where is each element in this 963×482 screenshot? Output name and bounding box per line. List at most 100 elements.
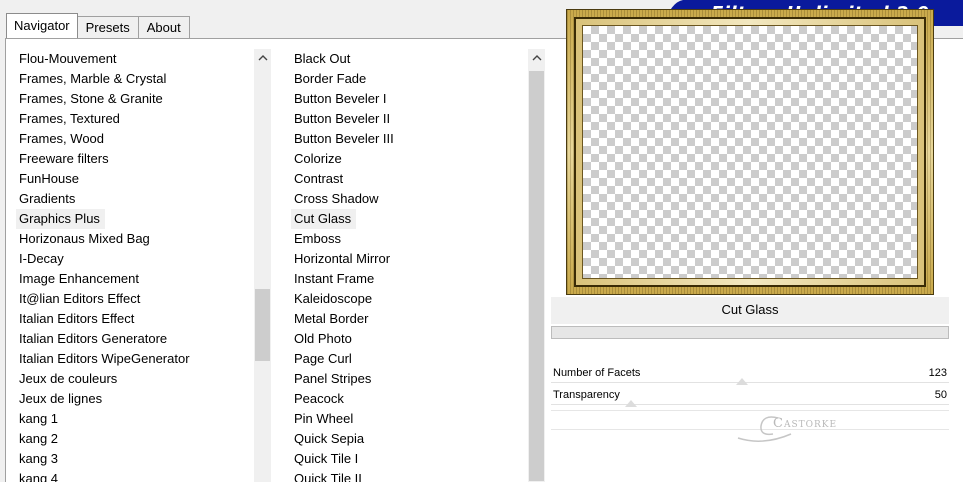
category-list-item[interactable]: Gradients bbox=[16, 189, 254, 209]
category-list-item[interactable]: kang 4 bbox=[16, 469, 254, 482]
filter-name-label: Cut Glass bbox=[551, 297, 949, 324]
parameter-label: Number of Facets bbox=[553, 367, 641, 379]
filter-list[interactable]: Black Out Border Fade Button Beveler I Butt… bbox=[291, 49, 528, 482]
category-list-item[interactable]: Image Enhancement bbox=[16, 269, 254, 289]
category-list-item[interactable]: Italian Editors Generatore bbox=[16, 329, 254, 349]
parameter-value: 50 bbox=[934, 389, 947, 401]
filter-item-label: Border Fade bbox=[294, 71, 367, 86]
category-scroll-thumb[interactable] bbox=[255, 289, 270, 361]
parameter-slider[interactable] bbox=[551, 404, 949, 409]
filter-item-label: Pin Wheel bbox=[294, 411, 354, 426]
parameter-panel: Number of Facets 123 Transparency 50 bbox=[551, 365, 949, 409]
filter-list-item[interactable]: Quick Tile I bbox=[291, 449, 528, 469]
category-scrollbar[interactable] bbox=[254, 49, 271, 482]
category-list-item[interactable]: Jeux de lignes bbox=[16, 389, 254, 409]
filter-list-item[interactable]: Quick Tile II bbox=[291, 469, 528, 482]
category-list-item[interactable]: kang 2 bbox=[16, 429, 254, 449]
filter-item-label: Button Beveler I bbox=[294, 91, 387, 106]
filter-item-label: Metal Border bbox=[294, 311, 369, 326]
filter-list-item[interactable]: Colorize bbox=[291, 149, 528, 169]
filter-list-item[interactable]: Kaleidoscope bbox=[291, 289, 528, 309]
filter-list-item[interactable]: Black Out bbox=[291, 49, 528, 69]
category-item-label: Gradients bbox=[19, 191, 76, 206]
filter-list-item[interactable]: Instant Frame bbox=[291, 269, 528, 289]
filter-item-label: Horizontal Mirror bbox=[294, 251, 391, 266]
filter-scroll-thumb[interactable] bbox=[529, 71, 544, 481]
category-list-item[interactable]: kang 1 bbox=[16, 409, 254, 429]
tab-about[interactable]: About bbox=[137, 16, 190, 38]
category-item-label: Freeware filters bbox=[19, 151, 109, 166]
category-item-label: Italian Editors WipeGenerator bbox=[19, 351, 190, 366]
filter-list-item[interactable]: Button Beveler II bbox=[291, 109, 528, 129]
filter-scrollbar[interactable] bbox=[528, 49, 545, 482]
category-list-item[interactable]: Frames, Wood bbox=[16, 129, 254, 149]
filter-list-item[interactable]: Contrast bbox=[291, 169, 528, 189]
filter-list-item[interactable]: Border Fade bbox=[291, 69, 528, 89]
category-list-item[interactable]: Graphics Plus bbox=[16, 209, 254, 229]
category-list-item[interactable]: Frames, Marble & Crystal bbox=[16, 69, 254, 89]
filter-item-label: Quick Tile II bbox=[294, 471, 362, 482]
filter-item-label: Contrast bbox=[294, 171, 344, 186]
parameter-row: Number of Facets 123 bbox=[551, 365, 949, 387]
parameter-label: Transparency bbox=[553, 389, 620, 401]
category-list-item[interactable]: Freeware filters bbox=[16, 149, 254, 169]
category-list-item[interactable]: kang 3 bbox=[16, 449, 254, 469]
category-item-label: kang 3 bbox=[19, 451, 59, 466]
category-item-label: Frames, Wood bbox=[19, 131, 105, 146]
chevron-up-icon[interactable] bbox=[254, 49, 271, 66]
category-list-item[interactable]: Italian Editors Effect bbox=[16, 309, 254, 329]
slider-knob[interactable] bbox=[624, 400, 637, 407]
filter-item-label: Page Curl bbox=[294, 351, 352, 366]
category-list-item[interactable]: Horizonaus Mixed Bag bbox=[16, 229, 254, 249]
category-item-label: FunHouse bbox=[19, 171, 79, 186]
slider-knob[interactable] bbox=[736, 378, 749, 385]
filter-list-item[interactable]: Old Photo bbox=[291, 329, 528, 349]
watermark-logo: Castorke bbox=[733, 410, 873, 450]
filter-list-item[interactable]: Page Curl bbox=[291, 349, 528, 369]
tab-navigator[interactable]: Navigator bbox=[6, 13, 78, 38]
filter-list-item[interactable]: Button Beveler I bbox=[291, 89, 528, 109]
category-list-item[interactable]: Jeux de couleurs bbox=[16, 369, 254, 389]
parameter-row: Transparency 50 bbox=[551, 387, 949, 409]
tab-presets[interactable]: Presets bbox=[76, 16, 139, 38]
category-item-label: Frames, Marble & Crystal bbox=[19, 71, 167, 86]
category-item-label: Frames, Textured bbox=[19, 111, 120, 126]
filter-list-item[interactable]: Horizontal Mirror bbox=[291, 249, 528, 269]
category-item-label: kang 1 bbox=[19, 411, 59, 426]
category-list-item[interactable]: It@lian Editors Effect bbox=[16, 289, 254, 309]
category-list-item[interactable]: I-Decay bbox=[16, 249, 254, 269]
filter-list-item[interactable]: Quick Sepia bbox=[291, 429, 528, 449]
category-list-item[interactable]: Italian Editors WipeGenerator bbox=[16, 349, 254, 369]
category-item-label: I-Decay bbox=[19, 251, 64, 266]
filter-list-item[interactable]: Metal Border bbox=[291, 309, 528, 329]
filter-item-label: Panel Stripes bbox=[294, 371, 372, 386]
category-list-item[interactable]: FunHouse bbox=[16, 169, 254, 189]
filter-item-label: Cross Shadow bbox=[294, 191, 379, 206]
category-item-label: Jeux de lignes bbox=[19, 391, 103, 406]
filter-item-label: Peacock bbox=[294, 391, 344, 406]
filter-item-label: Colorize bbox=[294, 151, 342, 166]
filter-list-item[interactable]: Cut Glass bbox=[291, 209, 528, 229]
filter-list-item[interactable]: Emboss bbox=[291, 229, 528, 249]
category-item-label: kang 4 bbox=[19, 471, 59, 482]
filter-list-item[interactable]: Panel Stripes bbox=[291, 369, 528, 389]
preview-image bbox=[566, 9, 934, 295]
category-list-item[interactable]: Frames, Stone & Granite bbox=[16, 89, 254, 109]
chevron-up-icon[interactable] bbox=[528, 49, 545, 66]
filter-list-item[interactable]: Peacock bbox=[291, 389, 528, 409]
preview-frame-border bbox=[574, 17, 926, 287]
category-item-label: kang 2 bbox=[19, 431, 59, 446]
transparent-canvas bbox=[582, 25, 918, 279]
category-list[interactable]: Flou-Mouvement Frames, Marble & Crystal Fr… bbox=[16, 49, 254, 482]
category-item-label: Graphics Plus bbox=[16, 209, 105, 229]
category-list-item[interactable]: Flou-Mouvement bbox=[16, 49, 254, 69]
filter-list-item[interactable]: Pin Wheel bbox=[291, 409, 528, 429]
watermark-text: Castorke bbox=[773, 416, 838, 431]
filter-item-label: Quick Tile I bbox=[294, 451, 359, 466]
filter-list-item[interactable]: Cross Shadow bbox=[291, 189, 528, 209]
category-list-item[interactable]: Frames, Textured bbox=[16, 109, 254, 129]
category-item-label: Flou-Mouvement bbox=[19, 51, 117, 66]
category-item-label: Horizonaus Mixed Bag bbox=[19, 231, 150, 246]
filter-item-label: Kaleidoscope bbox=[294, 291, 373, 306]
filter-list-item[interactable]: Button Beveler III bbox=[291, 129, 528, 149]
